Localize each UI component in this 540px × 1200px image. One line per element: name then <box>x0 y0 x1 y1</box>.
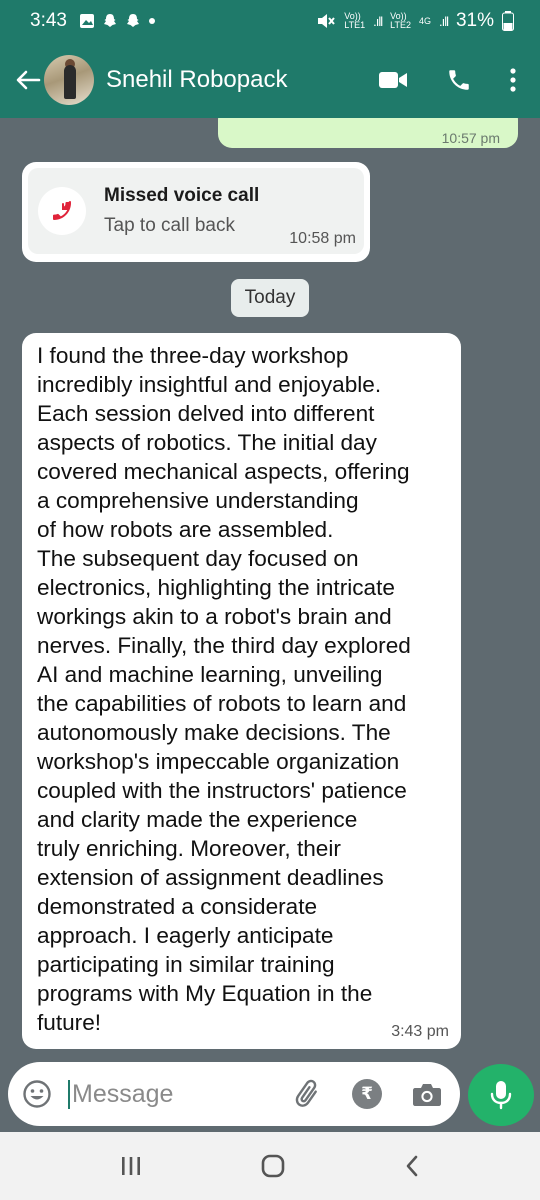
day-divider: Today <box>231 279 309 317</box>
header-actions <box>378 67 516 93</box>
battery-icon <box>502 11 514 31</box>
mute-icon <box>318 14 336 28</box>
missed-call-title: Missed voice call <box>104 185 260 206</box>
notification-icons <box>79 13 156 29</box>
missed-call-time: 10:58 pm <box>289 230 356 247</box>
recent-apps-icon[interactable] <box>119 1155 143 1177</box>
missed-call-icon <box>38 187 86 235</box>
sim1-label: Vo)) LTE1 <box>344 11 366 30</box>
gallery-notification-icon <box>79 14 94 28</box>
signal-icon-1: .ıll <box>373 13 383 29</box>
composer-bar: ₹ <box>0 1060 540 1132</box>
signal-icon-2: .ıll <box>438 13 449 29</box>
net-label: 4G <box>418 15 431 26</box>
chat-header: Snehil Robopack <box>0 42 540 118</box>
video-call-icon[interactable] <box>378 70 408 90</box>
avatar[interactable] <box>44 55 94 105</box>
status-time: 3:43 <box>30 10 67 31</box>
chat-area[interactable]: 10:57 pm Missed voice call Tap to call b… <box>0 118 540 1060</box>
snapchat-icon-2 <box>126 14 139 27</box>
missed-call-bubble[interactable]: Missed voice call Tap to call back 10:58… <box>22 162 370 262</box>
battery-percent: 31% <box>455 10 494 31</box>
home-icon[interactable] <box>260 1153 286 1179</box>
back-button[interactable] <box>8 69 48 91</box>
system-nav-bar <box>0 1132 540 1200</box>
payment-button[interactable]: ₹ <box>352 1079 382 1109</box>
message-input[interactable] <box>68 1079 278 1109</box>
rupee-icon: ₹ <box>361 1084 373 1103</box>
back-nav-icon[interactable] <box>403 1154 421 1178</box>
missed-call-card[interactable]: Missed voice call Tap to call back 10:58… <box>28 168 364 254</box>
snapchat-icon <box>103 14 116 27</box>
message-time: 3:43 pm <box>391 1023 449 1040</box>
avatar-figure <box>64 65 76 99</box>
mic-button[interactable] <box>468 1064 534 1126</box>
camera-icon[interactable] <box>412 1081 442 1107</box>
input-actions: ₹ <box>294 1062 442 1126</box>
status-bar: 3:43 Vo)) LTE1 .ıll Vo)) LTE2 4G .ıll 31… <box>0 0 540 42</box>
emoji-icon[interactable] <box>22 1079 52 1109</box>
voice-call-icon[interactable] <box>446 67 472 93</box>
back-arrow-icon <box>16 70 41 90</box>
dot-icon <box>148 18 155 24</box>
sim2-label: Vo)) LTE2 <box>390 11 411 30</box>
missed-call-subtitle: Tap to call back <box>104 215 235 236</box>
contact-name[interactable]: Snehil Robopack <box>106 66 287 94</box>
mic-icon <box>490 1081 512 1110</box>
status-right: Vo)) LTE1 .ıll Vo)) LTE2 4G .ıll 31% <box>316 10 514 32</box>
outgoing-message-partial[interactable]: 10:57 pm <box>218 118 518 148</box>
incoming-message-bubble[interactable]: I found the three-day workshop incredibl… <box>22 333 461 1049</box>
more-options-icon[interactable] <box>510 68 516 92</box>
outgoing-message-time: 10:57 pm <box>441 130 500 146</box>
message-text: I found the three-day workshop incredibl… <box>37 343 411 1035</box>
attach-icon[interactable] <box>294 1079 322 1109</box>
message-input-pill[interactable]: ₹ <box>8 1062 460 1126</box>
